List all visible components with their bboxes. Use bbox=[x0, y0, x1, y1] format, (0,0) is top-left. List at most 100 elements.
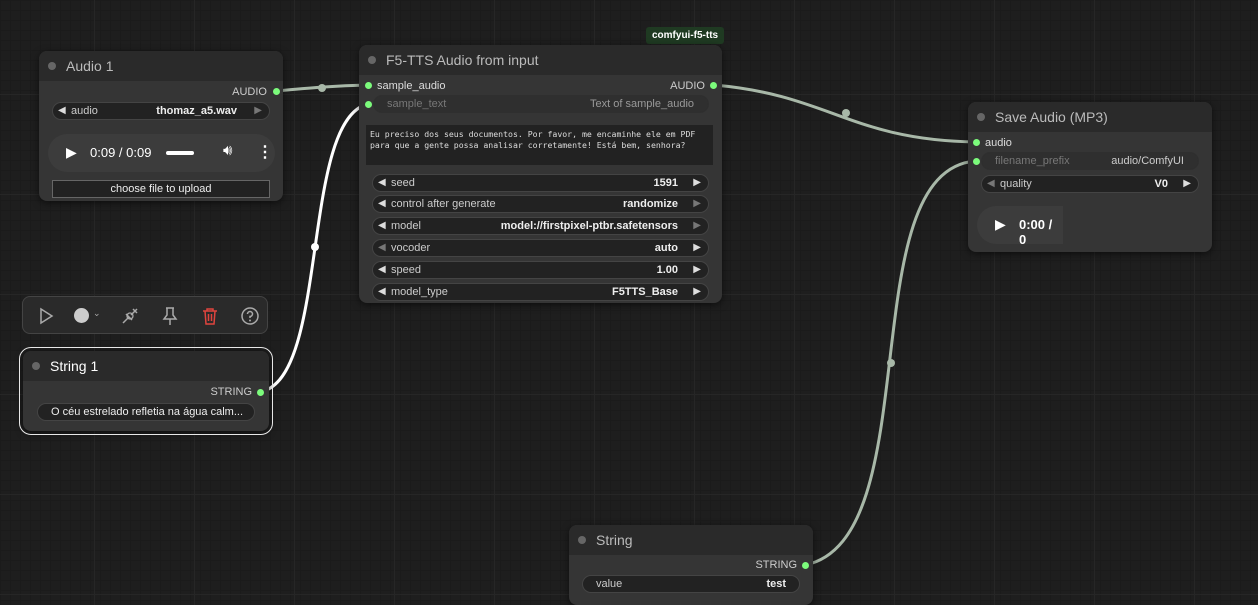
arrow-right-icon[interactable]: ▶ bbox=[254, 105, 262, 116]
node-title: F5-TTS Audio from input bbox=[386, 52, 539, 68]
selection-toolbar: ⌄ bbox=[22, 296, 268, 334]
node-title-bar[interactable]: String 1 bbox=[23, 351, 269, 381]
widget-label: model bbox=[391, 220, 421, 232]
arrow-left-icon[interactable]: ◀ bbox=[378, 264, 386, 275]
f5tts-node[interactable]: F5-TTS Audio from input sample_audio AUD… bbox=[359, 45, 722, 303]
arrow-right-icon[interactable]: ▶ bbox=[693, 264, 701, 275]
help-icon[interactable] bbox=[240, 306, 260, 326]
widget-label: quality bbox=[1000, 178, 1032, 190]
widget-label: filename_prefix bbox=[995, 155, 1070, 167]
widget-label: control after generate bbox=[391, 198, 496, 210]
audio-player[interactable]: ▶ 0:00 / 0 bbox=[977, 206, 1063, 247]
node-title: String 1 bbox=[50, 358, 99, 374]
link-audio1-to-f5 bbox=[275, 83, 369, 93]
input-pin-audio[interactable] bbox=[973, 139, 980, 146]
arrow-left-icon[interactable]: ◀ bbox=[378, 242, 386, 253]
arrow-left-icon[interactable]: ◀ bbox=[378, 198, 386, 209]
output-label: AUDIO bbox=[232, 86, 267, 98]
output-pin-audio[interactable] bbox=[273, 88, 280, 95]
arrow-right-icon[interactable]: ▶ bbox=[693, 177, 701, 188]
color-icon[interactable]: ⌄ bbox=[74, 306, 101, 326]
text-area[interactable]: Eu preciso dos seus documentos. Por favo… bbox=[366, 125, 713, 165]
input-label: sample_audio bbox=[377, 80, 446, 92]
pin-icon[interactable] bbox=[160, 306, 180, 326]
widget-label: value bbox=[596, 578, 623, 590]
audio-combo[interactable]: ◀ audio thomaz_a5.wav ▶ bbox=[52, 102, 270, 120]
bypass-icon[interactable] bbox=[120, 306, 140, 326]
arrow-right-icon[interactable]: ▶ bbox=[693, 220, 701, 231]
sample-text-widget[interactable]: sample_text Text of sample_audio bbox=[373, 95, 709, 113]
player-time: 0:00 / 0 bbox=[1019, 217, 1053, 247]
input-pin-sample-text[interactable] bbox=[365, 101, 372, 108]
widget-label: speed bbox=[391, 264, 421, 276]
arrow-left-icon[interactable]: ◀ bbox=[987, 178, 995, 189]
quality-combo[interactable]: ◀ quality V0 ▶ bbox=[981, 175, 1199, 193]
widget-value: F5TTS_Base bbox=[611, 286, 678, 298]
widget-seed[interactable]: ◀ seed 1591 ▶ bbox=[372, 174, 709, 192]
collapse-dot-icon[interactable] bbox=[578, 536, 586, 544]
node-title: Save Audio (MP3) bbox=[995, 109, 1108, 125]
play-icon[interactable]: ▶ bbox=[66, 144, 77, 161]
save-audio-node[interactable]: Save Audio (MP3) audio filename_prefix a… bbox=[968, 102, 1212, 252]
collapse-dot-icon[interactable] bbox=[368, 56, 376, 64]
output-pin-string[interactable] bbox=[257, 389, 264, 396]
play-icon[interactable] bbox=[36, 306, 56, 326]
input-pin-sample-audio[interactable] bbox=[365, 82, 372, 89]
delete-icon[interactable] bbox=[200, 306, 220, 326]
link-string-to-save bbox=[804, 159, 977, 567]
widget-hint: Text of sample_audio bbox=[590, 98, 694, 110]
widget-label: seed bbox=[391, 177, 415, 189]
widget-value: O céu estrelado refletia na água calm... bbox=[51, 406, 243, 418]
widget-value: 1591 bbox=[653, 177, 678, 189]
arrow-left-icon[interactable]: ◀ bbox=[378, 220, 386, 231]
string1-node[interactable]: String 1 STRING O céu estrelado refletia… bbox=[19, 347, 273, 435]
play-icon[interactable]: ▶ bbox=[995, 216, 1006, 233]
arrow-right-icon[interactable]: ▶ bbox=[693, 198, 701, 209]
arrow-left-icon[interactable]: ◀ bbox=[58, 105, 66, 116]
node-title-bar[interactable]: Audio 1 bbox=[39, 51, 283, 81]
node-title-bar[interactable]: Save Audio (MP3) bbox=[968, 102, 1212, 132]
widget-value: model://firstpixel-ptbr.safetensors bbox=[500, 220, 678, 232]
widget-value: audio/ComfyUI bbox=[1111, 155, 1184, 167]
widget-value: auto bbox=[654, 242, 678, 254]
widget-vocoder[interactable]: ◀ vocoder auto ▶ bbox=[372, 239, 709, 257]
widget-speed[interactable]: ◀ speed 1.00 ▶ bbox=[372, 261, 709, 279]
more-options-icon[interactable]: ⋮ bbox=[257, 142, 273, 162]
value-field[interactable]: value test bbox=[582, 575, 800, 593]
arrow-left-icon[interactable]: ◀ bbox=[378, 177, 386, 188]
output-pin-audio[interactable] bbox=[710, 82, 717, 89]
audio1-node[interactable]: Audio 1 AUDIO ◀ audio thomaz_a5.wav ▶ ▶ … bbox=[39, 51, 283, 201]
collapse-dot-icon[interactable] bbox=[32, 362, 40, 370]
widget-value: thomaz_a5.wav bbox=[156, 105, 237, 117]
arrow-left-icon[interactable]: ◀ bbox=[378, 286, 386, 297]
node-badge: comfyui-f5-tts bbox=[646, 27, 725, 44]
widget-model_type[interactable]: ◀ model_type F5TTS_Base ▶ bbox=[372, 283, 709, 301]
collapse-dot-icon[interactable] bbox=[48, 62, 56, 70]
volume-icon[interactable]: 🔊︎ bbox=[223, 142, 232, 159]
output-label: STRING bbox=[210, 386, 252, 398]
progress-bar[interactable] bbox=[166, 151, 194, 155]
widget-model[interactable]: ◀ model model://firstpixel-ptbr.safetensor… bbox=[372, 217, 709, 235]
input-pin-filename-prefix[interactable] bbox=[973, 158, 980, 165]
string-node[interactable]: String STRING value test bbox=[569, 525, 813, 605]
arrow-right-icon[interactable]: ▶ bbox=[1183, 178, 1191, 189]
node-title: Audio 1 bbox=[66, 58, 114, 74]
audio-player[interactable]: ▶ 0:09 / 0:09 🔊︎ ⋮ bbox=[48, 134, 275, 172]
collapse-dot-icon[interactable] bbox=[977, 113, 985, 121]
arrow-right-icon[interactable]: ▶ bbox=[693, 242, 701, 253]
upload-button[interactable]: choose file to upload bbox=[52, 180, 270, 198]
input-label: audio bbox=[985, 137, 1012, 149]
widget-value: V0 bbox=[1154, 178, 1168, 190]
filename-prefix-widget[interactable]: filename_prefix audio/ComfyUI bbox=[981, 152, 1199, 170]
widget-control-after-generate[interactable]: ◀ control after generate randomize ▶ bbox=[372, 195, 709, 213]
node-title-bar[interactable]: String bbox=[569, 525, 813, 555]
widget-label: audio bbox=[71, 105, 98, 117]
arrow-right-icon[interactable]: ▶ bbox=[693, 286, 701, 297]
widget-label: sample_text bbox=[387, 98, 447, 110]
widget-label: model_type bbox=[391, 286, 448, 298]
output-pin-string[interactable] bbox=[802, 562, 809, 569]
string-value-field[interactable]: O céu estrelado refletia na água calm... bbox=[37, 403, 255, 421]
widget-value: randomize bbox=[622, 198, 678, 210]
link-f5-to-save bbox=[713, 83, 977, 144]
node-title-bar[interactable]: F5-TTS Audio from input bbox=[359, 45, 722, 75]
